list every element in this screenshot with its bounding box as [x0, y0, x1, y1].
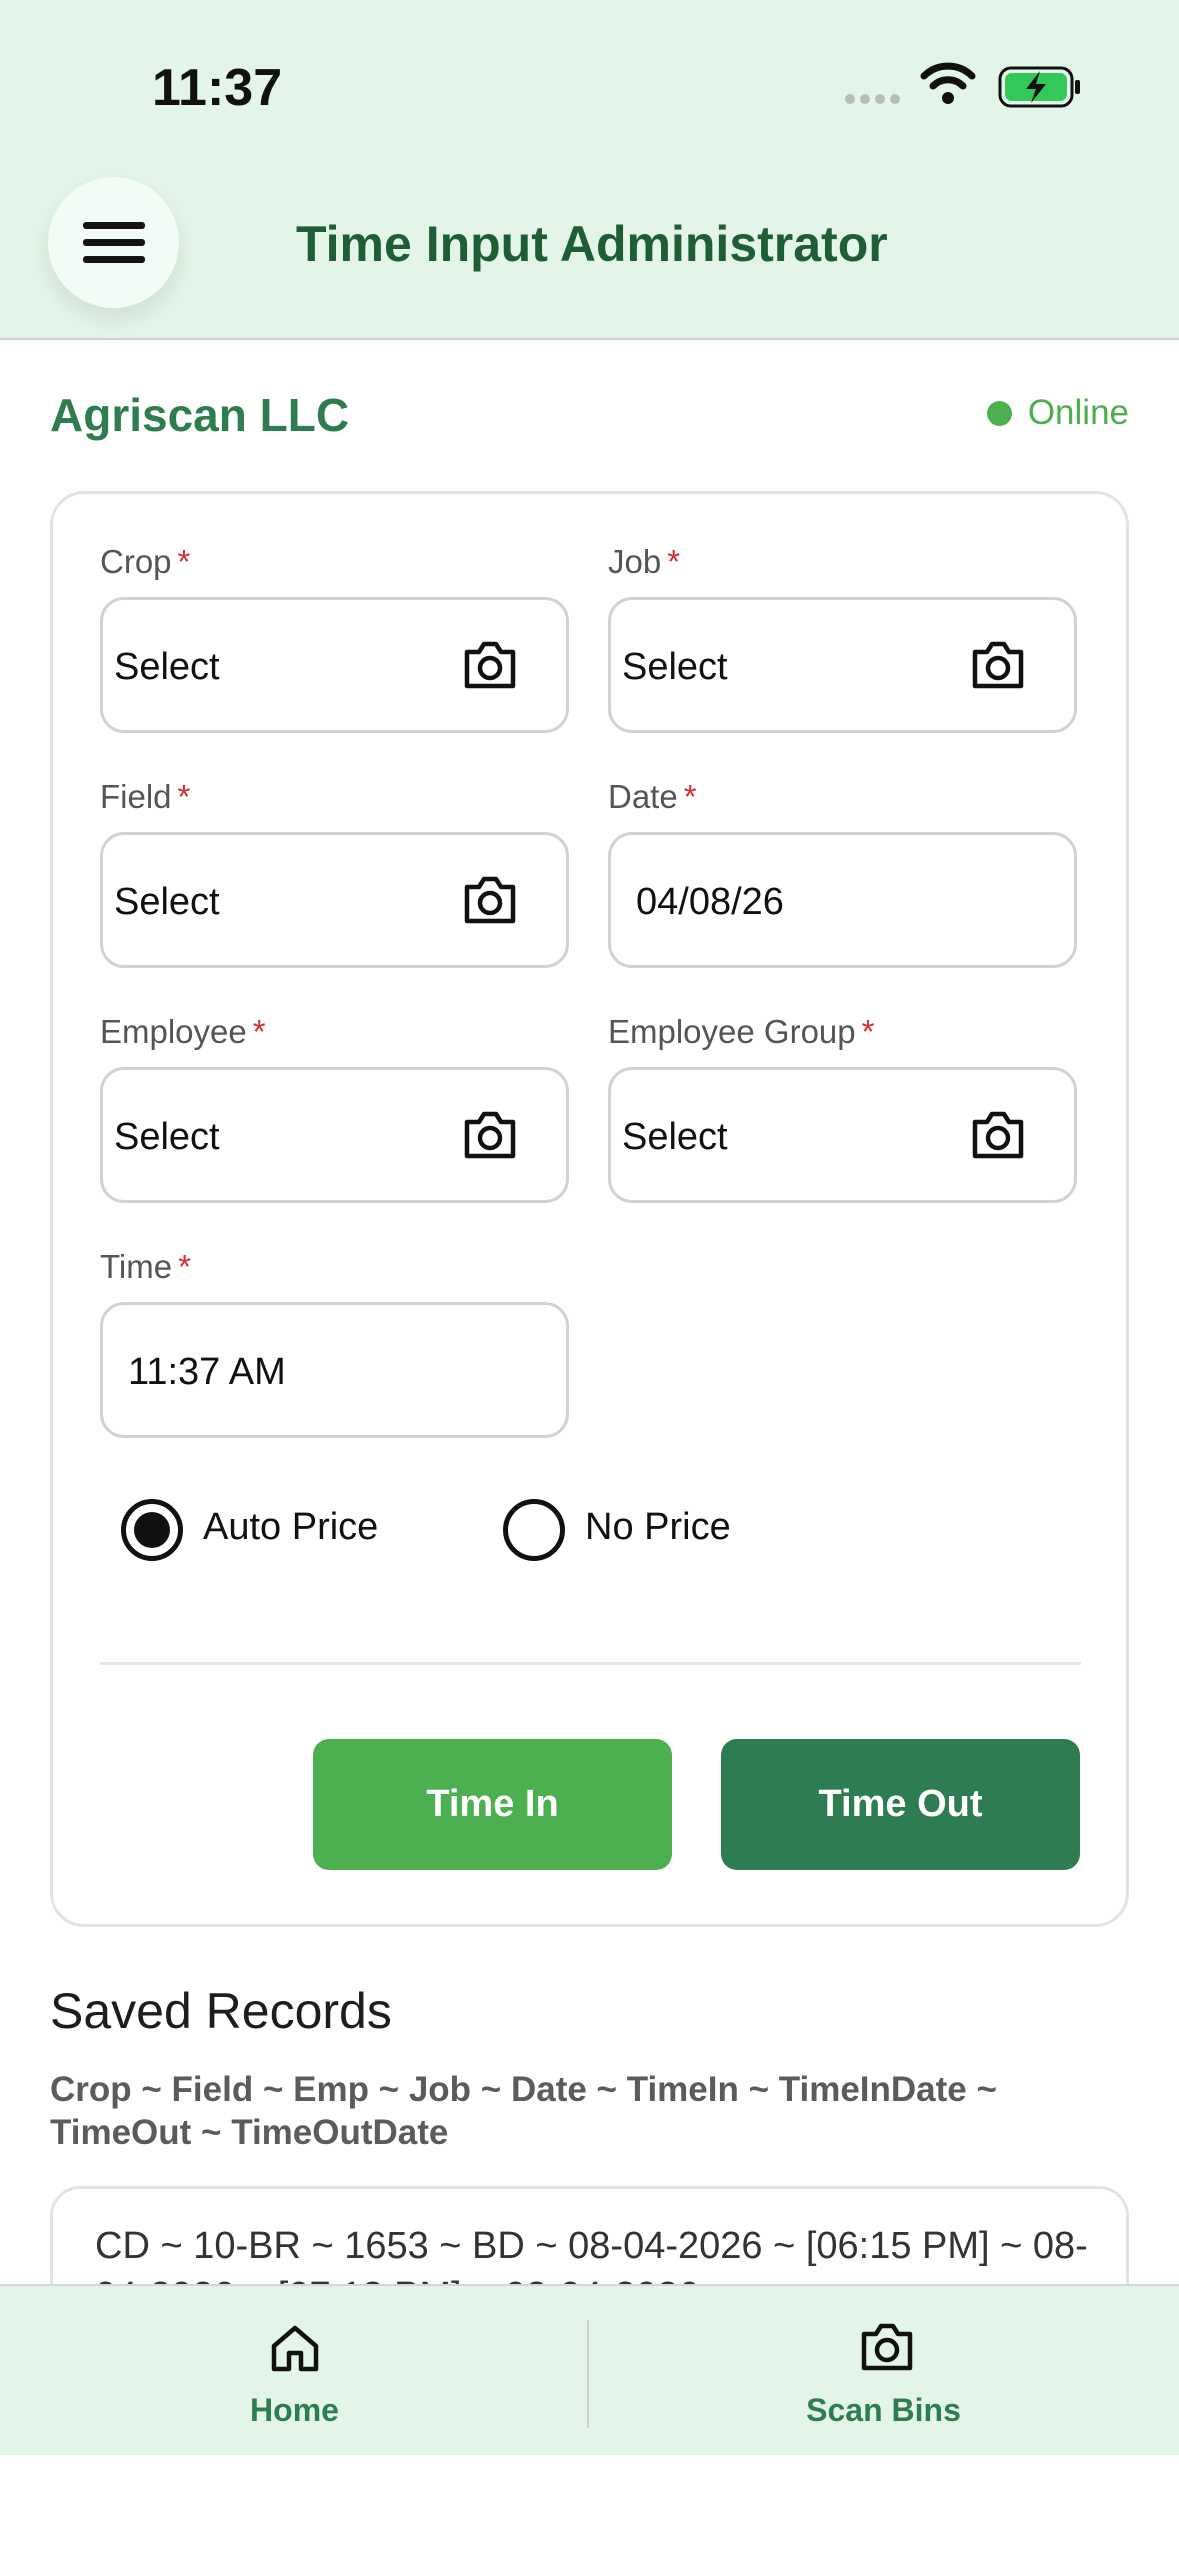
- connection-status: Online: [986, 393, 1129, 433]
- date-input[interactable]: 04/08/26: [608, 832, 1077, 968]
- time-in-button[interactable]: Time In: [313, 1739, 672, 1870]
- cellular-signal-icon: [845, 94, 900, 104]
- tab-home-label: Home: [250, 2392, 339, 2428]
- form-divider: [100, 1662, 1081, 1665]
- page-title: Time Input Administrator: [296, 216, 888, 272]
- battery-charging-icon: [998, 66, 1080, 108]
- employee-label: Employee *: [100, 1013, 266, 1050]
- time-out-button[interactable]: Time Out: [721, 1739, 1080, 1870]
- employee-group-label: Employee Group *: [608, 1013, 875, 1050]
- field-value: Select: [114, 881, 220, 923]
- crop-label: Crop *: [100, 543, 191, 580]
- menu-button[interactable]: [48, 177, 179, 308]
- online-indicator-dot: [986, 400, 1012, 426]
- saved-records-title: Saved Records: [50, 1983, 392, 2039]
- app-header: 11:37 Time Input Administrator: [0, 0, 1179, 340]
- status-bar-time: 11:37: [152, 59, 283, 117]
- field-select[interactable]: Select: [100, 832, 569, 968]
- time-entry-form: Crop * Select Job * Select Field * Select D…: [50, 491, 1129, 1927]
- tab-scan-bins-label: Scan Bins: [806, 2392, 961, 2428]
- bottom-tab-bar: Home Scan Bins: [0, 2284, 1179, 2455]
- job-value: Select: [622, 646, 728, 688]
- hamburger-icon: [82, 212, 145, 273]
- camera-icon[interactable]: [461, 1110, 519, 1160]
- camera-icon: [861, 2323, 913, 2371]
- tab-home[interactable]: Home: [0, 2286, 589, 2457]
- no-price-radio[interactable]: No Price: [503, 1499, 731, 1561]
- camera-icon[interactable]: [969, 1110, 1027, 1160]
- employee-select[interactable]: Select: [100, 1067, 569, 1203]
- no-price-label: No Price: [585, 1505, 731, 1548]
- auto-price-radio[interactable]: Auto Price: [121, 1499, 378, 1561]
- time-input[interactable]: 11:37 AM: [100, 1302, 569, 1438]
- camera-icon[interactable]: [461, 875, 519, 925]
- time-value: 11:37 AM: [128, 1351, 286, 1393]
- wifi-icon: [920, 62, 976, 104]
- date-label: Date *: [608, 778, 697, 815]
- employee-value: Select: [114, 1116, 220, 1158]
- tab-scan-bins[interactable]: Scan Bins: [589, 2286, 1178, 2457]
- radio-unselected-icon: [503, 1499, 565, 1561]
- employee-group-value: Select: [622, 1116, 728, 1158]
- employee-group-select[interactable]: Select: [608, 1067, 1077, 1203]
- job-select[interactable]: Select: [608, 597, 1077, 733]
- company-name: Agriscan LLC: [50, 389, 350, 441]
- job-label: Job *: [608, 543, 681, 580]
- camera-icon[interactable]: [969, 640, 1027, 690]
- crop-select[interactable]: Select: [100, 597, 569, 733]
- camera-icon[interactable]: [461, 640, 519, 690]
- date-value: 04/08/26: [636, 881, 784, 923]
- auto-price-label: Auto Price: [203, 1505, 379, 1548]
- radio-selected-icon: [121, 1499, 183, 1561]
- home-icon: [271, 2325, 319, 2372]
- field-label: Field *: [100, 778, 191, 815]
- saved-records-columns: Crop ~ Field ~ Emp ~ Job ~ Date ~ TimeIn…: [50, 2070, 997, 2152]
- connection-status-label: Online: [1027, 393, 1129, 432]
- time-label: Time *: [100, 1248, 191, 1285]
- crop-value: Select: [114, 646, 220, 688]
